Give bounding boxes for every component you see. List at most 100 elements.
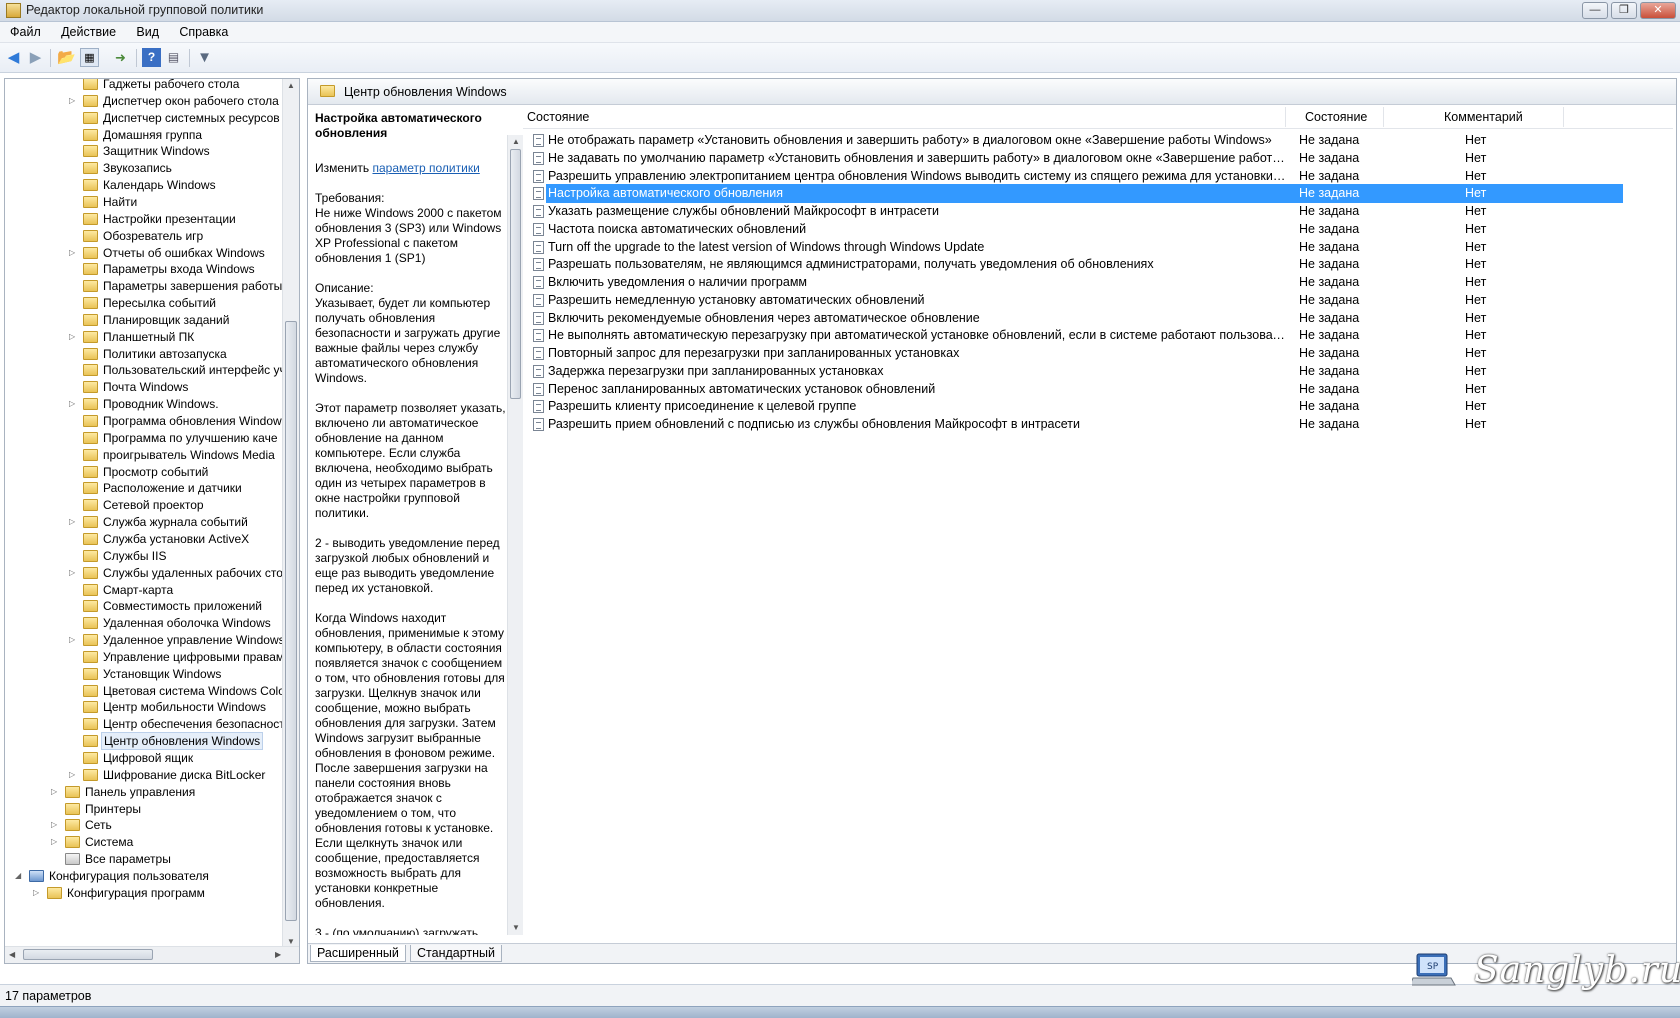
filter-icon[interactable]: ▼ (195, 48, 214, 67)
tree-item[interactable]: Обозреватель игр (5, 227, 285, 245)
policy-row[interactable]: Разрешить немедленную установку автомати… (523, 291, 1623, 310)
column-comment[interactable]: Комментарий (1444, 110, 1523, 124)
show-tree-icon[interactable]: ▦ (80, 48, 99, 67)
tree-item[interactable]: Установщик Windows (5, 665, 285, 683)
policy-row[interactable]: Разрешить прием обновлений с подписью из… (523, 415, 1623, 434)
policy-row[interactable]: Включить рекомендуемые обновления через … (523, 309, 1623, 328)
tree-item[interactable]: ▷ Шифрование диска BitLocker (5, 766, 285, 784)
forward-arrow-icon[interactable]: ▶ (26, 48, 45, 67)
tree-item[interactable]: Пользовательский интерфейс уч (5, 361, 286, 379)
tree-item[interactable]: Защитник Windows (5, 142, 285, 160)
tree-item[interactable]: Удаленная оболочка Windows (5, 614, 285, 632)
expand-arrow-icon[interactable]: ▷ (69, 244, 81, 262)
tree-item[interactable]: Сетевой проектор (5, 496, 285, 514)
tab-standard[interactable]: Стандартный (410, 945, 502, 962)
tree-item[interactable]: ▷ Удаленное управление Windows (5, 631, 285, 649)
tree-horizontal-scrollbar[interactable]: ◀ ▶ (5, 946, 299, 963)
tree-item[interactable]: Звукозапись (5, 159, 285, 177)
tree-item[interactable]: Гаджеты рабочего стола (5, 79, 285, 93)
tree-item[interactable]: ▷ Конфигурация программ (5, 884, 285, 902)
expand-arrow-icon[interactable]: ▷ (69, 395, 81, 413)
policy-row[interactable]: Turn off the upgrade to the latest versi… (523, 238, 1623, 257)
tree-item[interactable]: Планировщик заданий (5, 311, 285, 329)
policy-row[interactable]: Частота поиска автоматических обновлений… (523, 220, 1623, 239)
tree-item[interactable]: Календарь Windows (5, 176, 285, 194)
back-arrow-icon[interactable]: ◀ (4, 48, 23, 67)
tree-item[interactable]: ◢ Конфигурация пользователя (5, 867, 285, 885)
policy-row[interactable]: Задержка перезагрузки при запланированны… (523, 362, 1623, 381)
expand-arrow-icon[interactable]: ▷ (51, 816, 63, 834)
expand-arrow-icon[interactable]: ▷ (69, 513, 81, 531)
tree-item[interactable]: Пересылка событий (5, 294, 285, 312)
policy-row[interactable]: Настройка автоматического обновления Не з… (523, 184, 1623, 204)
menu-file[interactable]: Файл (0, 22, 48, 39)
tree-item[interactable]: Диспетчер системных ресурсов (5, 109, 285, 127)
policy-row[interactable]: Разрешить клиенту присоединение к целево… (523, 397, 1623, 416)
tree-item[interactable]: ▷ Панель управления (5, 783, 285, 801)
tree-item[interactable]: Служба установки ActiveX (5, 530, 285, 548)
tree-item[interactable]: Цифровой ящик (5, 749, 285, 767)
tree-item[interactable]: Почта Windows (5, 378, 285, 396)
policy-row[interactable]: Не отображать параметр «Установить обнов… (523, 131, 1623, 150)
expand-arrow-icon[interactable]: ▷ (69, 766, 81, 784)
tree-item[interactable]: Центр обеспечения безопасност (5, 715, 285, 733)
tree-item[interactable]: Домашняя группа (5, 126, 285, 144)
tree-item[interactable]: Цветовая система Windows Colo (5, 682, 285, 700)
menu-view[interactable]: Вид (126, 22, 166, 39)
tree-item[interactable]: ▷ Проводник Windows. (5, 395, 285, 413)
expand-arrow-icon[interactable]: ▷ (69, 92, 81, 110)
tree-item[interactable]: Центр мобильности Windows (5, 698, 285, 716)
tree-item[interactable]: Управление цифровыми правам (5, 648, 285, 666)
policy-row[interactable]: Повторный запрос для перезагрузки при за… (523, 344, 1623, 363)
policy-row[interactable]: Разрешить управлению электропитанием цен… (523, 167, 1623, 186)
expand-arrow-icon[interactable]: ▷ (33, 884, 45, 902)
expand-arrow-icon[interactable]: ▷ (51, 783, 63, 801)
menu-help[interactable]: Справка (169, 22, 235, 39)
tree-item[interactable]: ▷ Отчеты об ошибках Windows (5, 244, 285, 262)
tree-scroll-thumb[interactable] (285, 321, 297, 921)
properties-icon[interactable]: ▤ (164, 48, 183, 67)
tree-hscroll-thumb[interactable] (23, 949, 153, 960)
expand-arrow-icon[interactable]: ▷ (69, 631, 81, 649)
tree-item[interactable]: Принтеры (5, 800, 285, 818)
policy-row[interactable]: Разрешать пользователям, не являющимся а… (523, 255, 1623, 274)
tree-item[interactable]: Расположение и датчики (5, 479, 285, 497)
tree-item[interactable]: ▷ Служба журнала событий (5, 513, 285, 531)
tree-item[interactable]: ▷ Сеть (5, 816, 285, 834)
expand-arrow-icon[interactable]: ▷ (69, 564, 81, 582)
policy-row[interactable]: Перенос запланированных автоматических у… (523, 380, 1623, 399)
help-icon[interactable]: ? (142, 48, 161, 67)
close-button[interactable]: ✕ (1640, 2, 1676, 19)
minimize-button[interactable]: — (1582, 2, 1608, 19)
tree-item[interactable]: ▷ Службы удаленных рабочих сто. (5, 564, 286, 582)
menu-action[interactable]: Действие (51, 22, 123, 39)
edit-policy-link[interactable]: параметр политики (372, 161, 479, 175)
export-list-icon[interactable]: ➜ (111, 48, 130, 67)
policy-row[interactable]: Не выполнять автоматическую перезагрузку… (523, 326, 1623, 345)
column-setting[interactable]: Состояние (527, 110, 589, 124)
description-scrollbar[interactable]: ▲ ▼ (507, 135, 523, 935)
tree-item[interactable]: ▷ Система (5, 833, 285, 851)
tree-item[interactable]: Политики автозапуска (5, 345, 285, 363)
policy-row[interactable]: Указать размещение службы обновлений Май… (523, 202, 1623, 221)
tree-item[interactable]: Все параметры (5, 850, 285, 868)
tree-item[interactable]: Программа обновления Window (5, 412, 285, 430)
expand-arrow-icon[interactable]: ◢ (15, 867, 27, 885)
description-scroll-thumb[interactable] (510, 149, 521, 399)
tree-item[interactable]: Параметры входа Windows (5, 260, 285, 278)
tree-item[interactable]: Найти (5, 193, 285, 211)
expand-arrow-icon[interactable]: ▷ (51, 833, 63, 851)
tab-extended[interactable]: Расширенный (310, 945, 406, 962)
tree-item[interactable]: Смарт-карта (5, 581, 285, 599)
up-folder-icon[interactable]: 📂 (57, 48, 76, 67)
tree-vertical-scrollbar[interactable]: ▲ ▼ (282, 79, 299, 949)
policy-row[interactable]: Не задавать по умолчанию параметр «Устан… (523, 149, 1623, 168)
maximize-button[interactable]: ❐ (1611, 2, 1637, 19)
tree-item[interactable]: Просмотр событий (5, 463, 285, 481)
tree-item[interactable]: Параметры завершения работы (5, 277, 285, 295)
tree-item[interactable]: проигрыватель Windows Media (5, 446, 285, 464)
tree-item[interactable]: Службы IIS (5, 547, 285, 565)
tree-item[interactable]: Совместимость приложений (5, 597, 285, 615)
expand-arrow-icon[interactable]: ▷ (69, 328, 81, 346)
column-state[interactable]: Состояние (1305, 110, 1367, 124)
